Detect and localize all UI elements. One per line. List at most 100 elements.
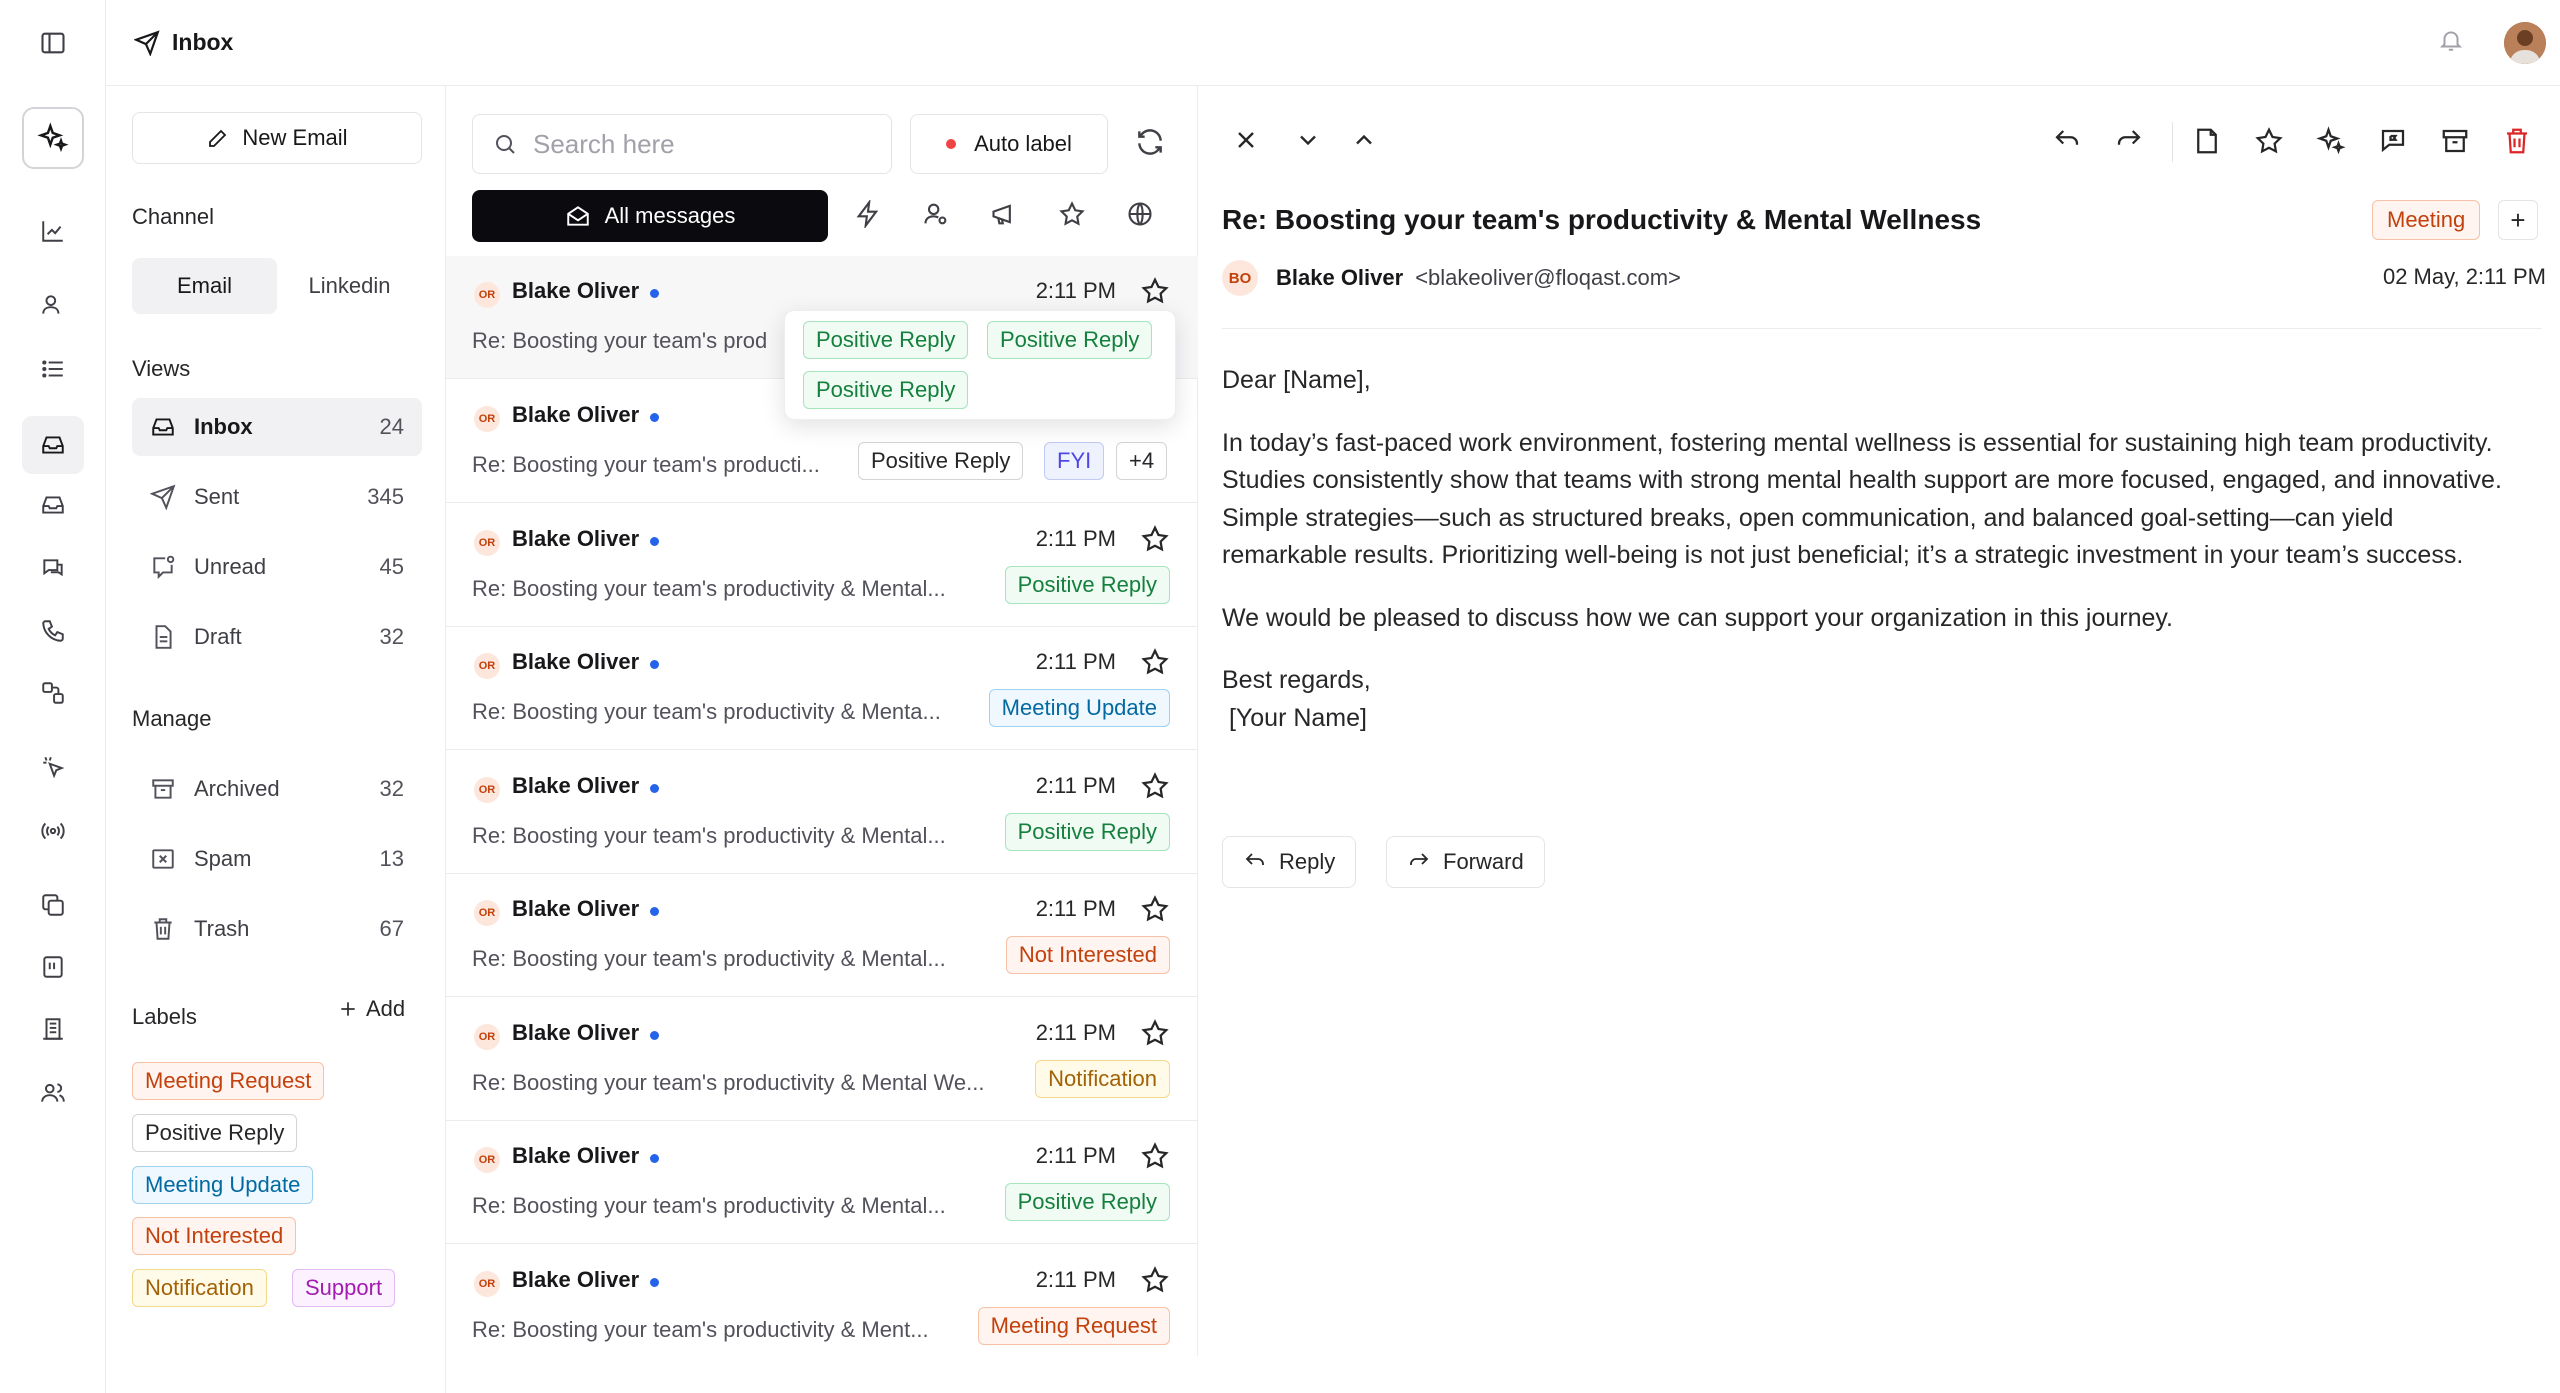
- ai-sparkle-icon[interactable]: [22, 107, 84, 169]
- refresh-icon[interactable]: [1134, 126, 1166, 158]
- add-tag-button[interactable]: +: [2498, 200, 2538, 240]
- email-body: Dear [Name], In today’s fast-paced work …: [1222, 362, 2522, 737]
- label-positive-reply[interactable]: Positive Reply: [132, 1114, 298, 1152]
- table-row[interactable]: OR Blake Oliver 2:11 PM Re: Boosting you…: [446, 627, 1198, 750]
- star-icon[interactable]: [1140, 771, 1170, 801]
- sidebar-item-unread[interactable]: Unread 45: [132, 538, 422, 596]
- broadcast-icon[interactable]: [22, 806, 84, 856]
- label-support[interactable]: Support: [292, 1269, 396, 1307]
- channel-email[interactable]: Email: [132, 258, 277, 314]
- archive-icon[interactable]: [2440, 126, 2470, 156]
- sidebar-item-inbox[interactable]: Inbox 24: [132, 398, 422, 456]
- chat-icon[interactable]: [22, 544, 84, 594]
- star-icon[interactable]: [1140, 894, 1170, 924]
- message-subject: Re: Boosting your team's productivity & …: [472, 946, 946, 971]
- unread-dot: [650, 289, 659, 298]
- sidebar-item-draft[interactable]: Draft 32: [132, 608, 422, 666]
- tag-meeting-request[interactable]: Meeting Request: [977, 1307, 1170, 1345]
- label-meeting-update[interactable]: Meeting Update: [132, 1166, 314, 1204]
- ai-sparkle-icon[interactable]: [2316, 126, 2346, 156]
- template-icon[interactable]: [22, 942, 84, 992]
- sender-email[interactable]: <blakeoliver@floqast.com>: [1415, 265, 1681, 291]
- sender-badge: OR: [474, 653, 500, 679]
- sidebar-item-trash[interactable]: Trash 67: [132, 900, 422, 958]
- tag-positive-reply[interactable]: Positive Reply: [858, 442, 1024, 480]
- sender-badge: OR: [474, 282, 500, 308]
- reply-button[interactable]: Reply: [1222, 836, 1357, 888]
- table-row[interactable]: OR Blake Oliver 2:11 PM Re: Boosting you…: [446, 751, 1198, 874]
- sidebar: New Email Channel Email Linkedin Views I…: [106, 86, 446, 1393]
- tag-notification[interactable]: Notification: [1035, 1060, 1170, 1098]
- popup-tag-positive-reply[interactable]: Positive Reply: [803, 321, 969, 359]
- close-icon[interactable]: [1232, 126, 1260, 154]
- tag-not-interested[interactable]: Not Interested: [1005, 936, 1170, 974]
- message-subject: Re: Boosting your team's producti...: [472, 452, 820, 477]
- sidebar-item-sent[interactable]: Sent 345: [132, 468, 422, 526]
- sidebar-item-label: Inbox: [194, 414, 253, 439]
- all-messages-tab[interactable]: All messages: [472, 190, 828, 242]
- table-row[interactable]: OR Blake Oliver 2:11 PM Re: Boosting you…: [446, 504, 1198, 627]
- tag-positive-reply[interactable]: Positive Reply: [1004, 813, 1170, 851]
- star-icon[interactable]: [2254, 126, 2284, 156]
- contacts-icon[interactable]: [22, 280, 84, 330]
- table-row[interactable]: OR Blake Oliver 2:11 PM Re: Boosting you…: [446, 1245, 1198, 1356]
- table-row[interactable]: OR Blake Oliver 2:11 PM Re: Boosting you…: [446, 1121, 1198, 1244]
- star-icon[interactable]: [1140, 647, 1170, 677]
- star-icon[interactable]: [1140, 1265, 1170, 1295]
- team-icon[interactable]: [22, 1068, 84, 1118]
- label-notification[interactable]: Notification: [132, 1269, 267, 1307]
- filter-globe-icon[interactable]: [1126, 200, 1154, 228]
- label-not-interested[interactable]: Not Interested: [132, 1217, 297, 1255]
- forward-icon[interactable]: [2114, 126, 2144, 156]
- filter-megaphone-icon[interactable]: [990, 200, 1018, 228]
- tag-meeting[interactable]: Meeting: [2372, 200, 2481, 240]
- filter-star-icon[interactable]: [1058, 200, 1086, 228]
- phone-icon[interactable]: [22, 606, 84, 656]
- search-input[interactable]: [533, 128, 833, 160]
- sidebar-toggle-icon[interactable]: [22, 18, 84, 68]
- filter-person-icon[interactable]: [922, 200, 950, 228]
- list-icon[interactable]: [22, 344, 84, 394]
- reply-icon[interactable]: [2052, 126, 2082, 156]
- channel-linkedin[interactable]: Linkedin: [277, 258, 422, 314]
- tag-meeting-update[interactable]: Meeting Update: [988, 689, 1170, 727]
- star-icon[interactable]: [1140, 1018, 1170, 1048]
- chevron-up-icon[interactable]: [1350, 126, 1378, 154]
- sidebar-item-spam[interactable]: Spam 13: [132, 830, 422, 888]
- forward-button[interactable]: Forward: [1386, 836, 1545, 888]
- bell-icon[interactable]: [2438, 26, 2464, 54]
- integrations-icon[interactable]: [22, 668, 84, 718]
- search-box[interactable]: [472, 114, 892, 174]
- new-email-button[interactable]: New Email: [132, 112, 422, 164]
- tag-positive-reply[interactable]: Positive Reply: [1004, 1183, 1170, 1221]
- tag-fyi[interactable]: FYI: [1044, 442, 1105, 480]
- message-subject: Re: Boosting your team's productivity & …: [472, 1070, 985, 1095]
- label-meeting-request[interactable]: Meeting Request: [132, 1062, 325, 1100]
- star-icon[interactable]: [1140, 524, 1170, 554]
- inbox-nav-icon[interactable]: [22, 416, 84, 474]
- popup-tag-positive-reply[interactable]: Positive Reply: [803, 371, 969, 409]
- note-icon[interactable]: [2192, 126, 2222, 156]
- tag-positive-reply[interactable]: Positive Reply: [1004, 566, 1170, 604]
- building-icon[interactable]: [22, 1004, 84, 1054]
- click-icon[interactable]: [22, 742, 84, 792]
- auto-label-text: Auto label: [974, 131, 1072, 156]
- chevron-down-icon[interactable]: [1294, 126, 1322, 154]
- analytics-icon[interactable]: [22, 206, 84, 256]
- filter-lightning-icon[interactable]: [854, 200, 882, 228]
- more-tags-badge[interactable]: +4: [1116, 442, 1168, 480]
- star-icon[interactable]: [1140, 276, 1170, 306]
- delete-icon[interactable]: [2502, 126, 2532, 156]
- add-label-button[interactable]: Add: [338, 996, 405, 1022]
- flag-message-icon[interactable]: [2378, 126, 2408, 156]
- star-icon[interactable]: [1140, 1141, 1170, 1171]
- copy-icon[interactable]: [22, 880, 84, 930]
- popup-tag-positive-reply[interactable]: Positive Reply: [987, 321, 1153, 359]
- sidebar-item-archived[interactable]: Archived 32: [132, 760, 422, 818]
- table-row[interactable]: OR Blake Oliver 2:11 PM Re: Boosting you…: [446, 874, 1198, 997]
- message-time: 2:11 PM: [1035, 1143, 1116, 1168]
- mailbox-icon[interactable]: [22, 480, 84, 530]
- avatar[interactable]: [2504, 22, 2546, 64]
- table-row[interactable]: OR Blake Oliver 2:11 PM Re: Boosting you…: [446, 998, 1198, 1121]
- auto-label-button[interactable]: Auto label: [910, 114, 1108, 174]
